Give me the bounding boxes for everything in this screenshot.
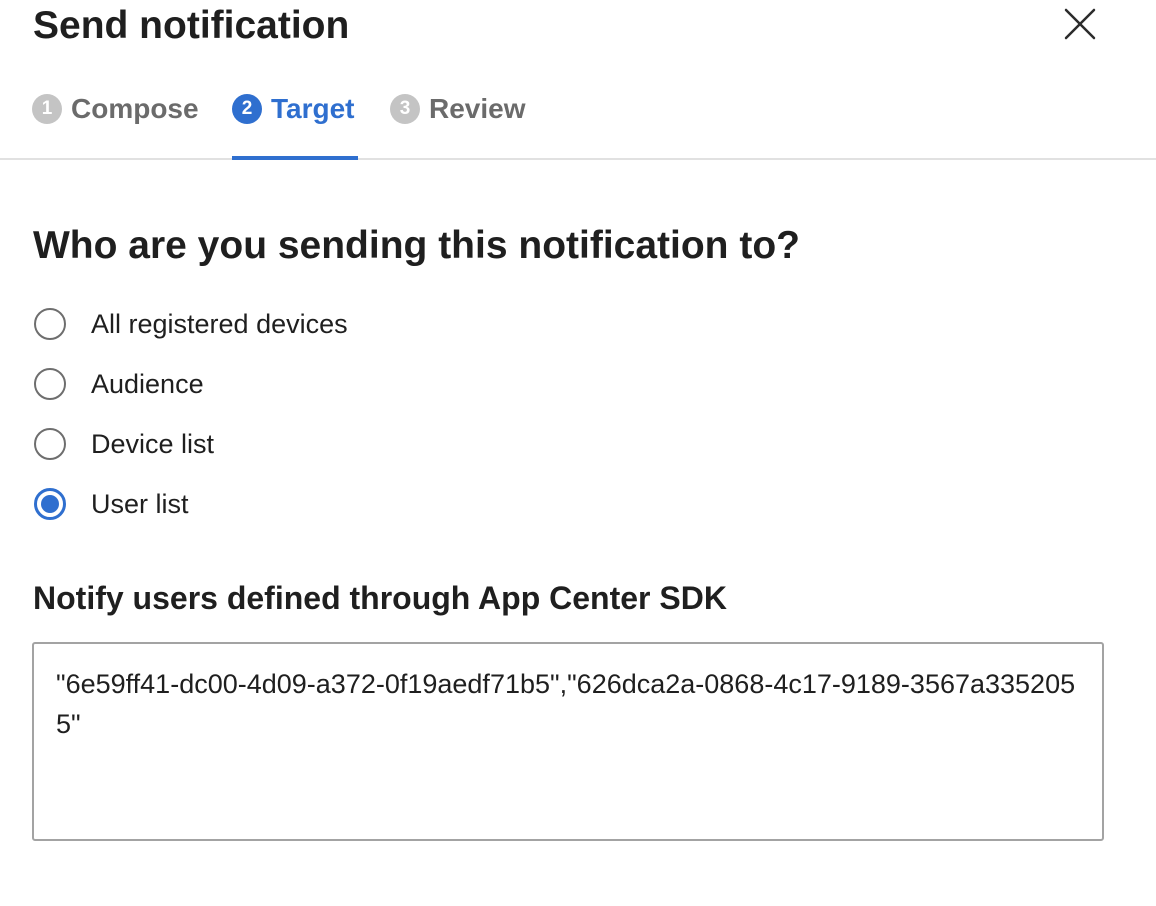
tab-compose[interactable]: 1 Compose: [32, 86, 202, 158]
radio-button[interactable]: [34, 428, 66, 460]
radio-device-list[interactable]: Device list: [34, 424, 214, 464]
step-number-badge: 3: [390, 94, 420, 124]
radio-button[interactable]: [34, 368, 66, 400]
radio-button[interactable]: [34, 308, 66, 340]
radio-all-registered-devices[interactable]: All registered devices: [34, 304, 348, 344]
user-list-input[interactable]: "6e59ff41-dc00-4d09-a372-0f19aedf71b5","…: [32, 642, 1104, 841]
tab-label: Compose: [71, 93, 199, 124]
step-number-badge: 1: [32, 94, 62, 124]
step-tabs: 1 Compose 2 Target 3 Review: [0, 86, 1156, 160]
radio-label: All registered devices: [91, 308, 348, 339]
close-button[interactable]: [1060, 4, 1100, 44]
tab-target[interactable]: 2 Target: [232, 86, 358, 160]
tab-label: Review: [429, 93, 526, 124]
user-list-label: Notify users defined through App Center …: [33, 580, 727, 616]
radio-label: Device list: [91, 428, 215, 459]
dialog-title: Send notification: [33, 4, 350, 47]
radio-user-list[interactable]: User list: [34, 484, 189, 524]
step-number-badge: 2: [232, 94, 262, 124]
radio-label: Audience: [91, 368, 204, 399]
close-icon: [1064, 8, 1096, 40]
radio-button-selected[interactable]: [34, 488, 66, 520]
tab-review[interactable]: 3 Review: [390, 86, 530, 158]
radio-audience[interactable]: Audience: [34, 364, 204, 404]
target-question-heading: Who are you sending this notification to…: [33, 224, 800, 267]
tab-label: Target: [271, 93, 355, 124]
radio-label: User list: [91, 488, 189, 519]
